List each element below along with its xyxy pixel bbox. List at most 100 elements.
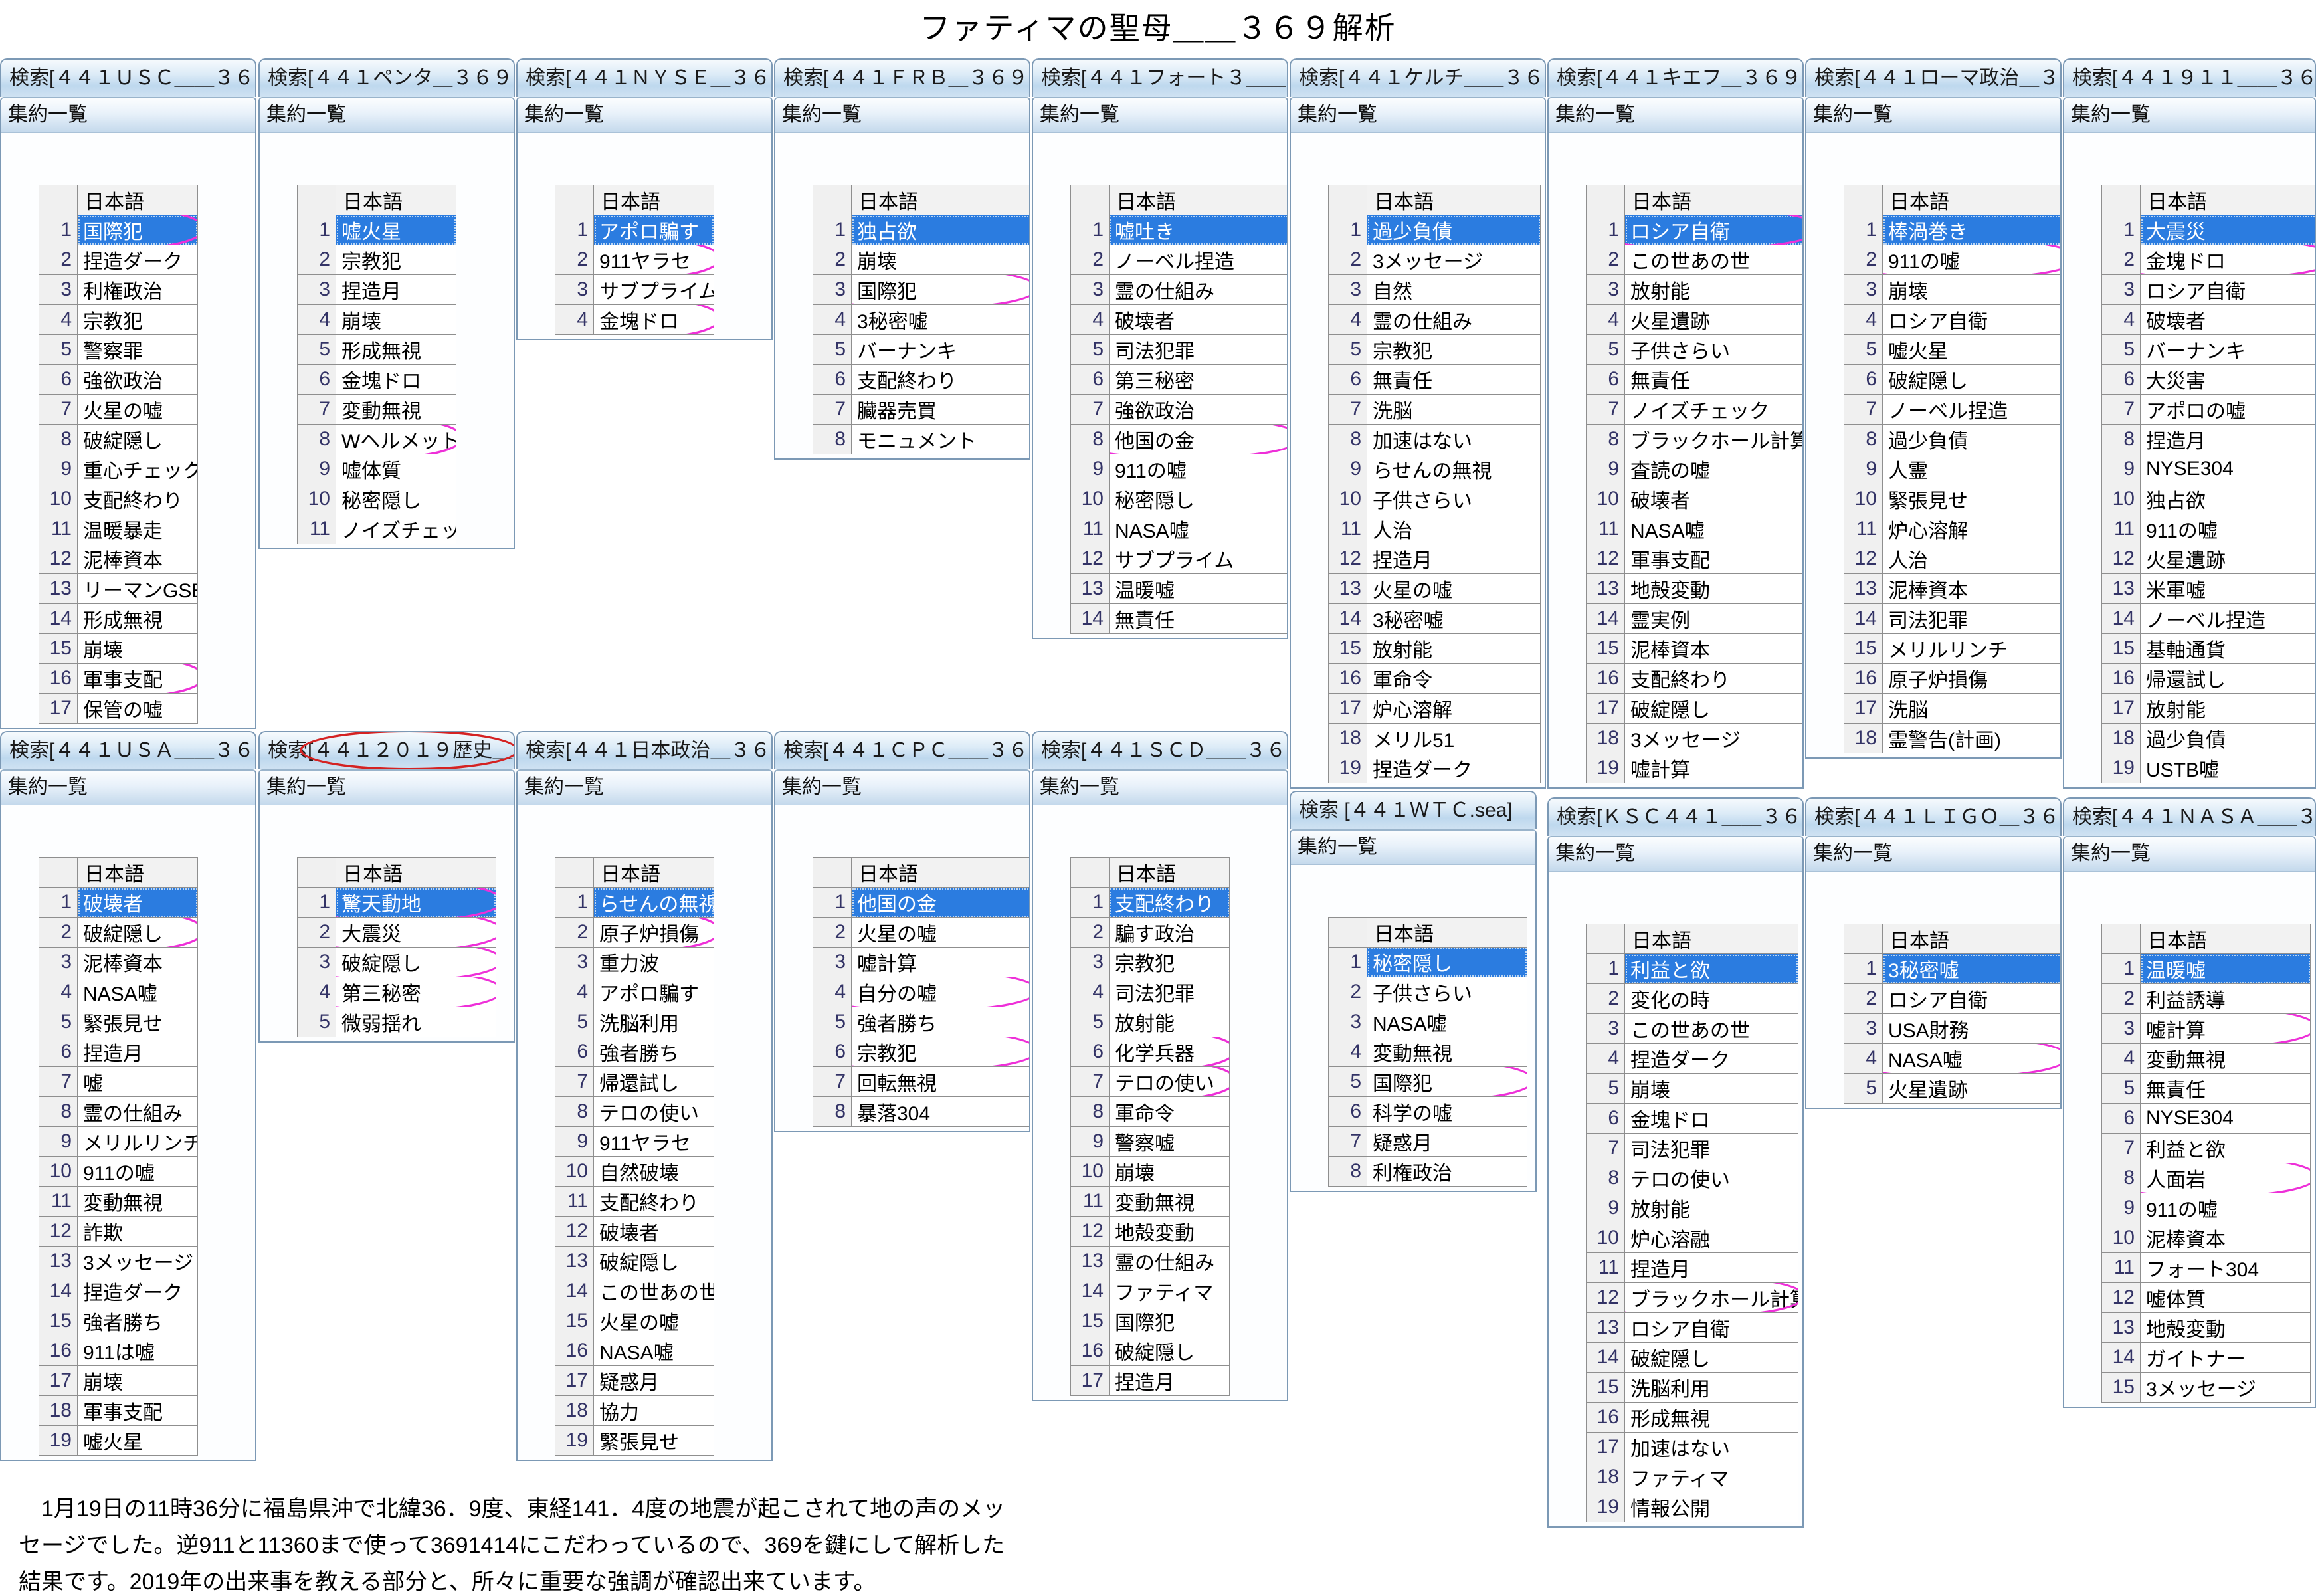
window-titlebar[interactable]: 検索[４４１フォート３＿＿３６ [1032, 58, 1288, 97]
row-value-cell[interactable]: アポロの嘘 [2141, 395, 2316, 425]
row-value-cell[interactable]: 破綻隠し [594, 1247, 714, 1276]
row-value-cell[interactable]: 自然破壊 [594, 1157, 714, 1187]
row-value-cell[interactable]: 秘密隠し [1367, 948, 1527, 977]
row-value-cell[interactable]: 重心チェック [78, 454, 198, 484]
row-value-cell[interactable]: バーナンキ [852, 335, 1031, 365]
window-titlebar[interactable]: 検索[４４１ＳＣＤ＿＿３６９.se [1032, 731, 1288, 769]
row-value-cell[interactable]: 変動無視 [1367, 1037, 1527, 1067]
row-value-cell[interactable]: モニュメント [852, 425, 1031, 454]
row-value-cell[interactable]: 火星の嘘 [1367, 574, 1541, 604]
window-titlebar[interactable]: 検索[４４１ＵＳＡ＿＿３６９.se [0, 731, 256, 769]
row-value-cell[interactable]: 泥棒資本 [1883, 574, 2062, 604]
row-value-cell[interactable]: 第三秘密 [1110, 365, 1289, 395]
row-value-cell[interactable]: 破綻隠し [78, 918, 198, 948]
row-value-cell[interactable]: 捏造月 [78, 1037, 198, 1067]
row-value-cell[interactable]: 疑惑月 [1367, 1127, 1527, 1157]
row-value-cell[interactable]: 騙す政治 [1110, 918, 1230, 948]
row-value-cell[interactable]: サブプライム [1110, 544, 1289, 574]
row-value-cell[interactable]: 科学の嘘 [1367, 1097, 1527, 1127]
row-value-cell[interactable]: サブプライム [594, 275, 714, 305]
row-value-cell[interactable]: 嘘火星 [78, 1426, 198, 1456]
row-value-cell[interactable]: リーマンGSE [78, 574, 198, 604]
window-titlebar[interactable]: 検索[４４１日本政治＿３６９. [516, 731, 773, 769]
row-value-cell[interactable]: この世あの世 [1625, 245, 1804, 275]
row-value-cell[interactable]: 微弱揺れ [336, 1007, 496, 1037]
row-value-cell[interactable]: 嘘体質 [336, 454, 456, 484]
row-value-cell[interactable]: 捏造月 [2141, 425, 2316, 454]
row-value-cell[interactable]: 情報公開 [1625, 1492, 1798, 1522]
row-value-cell[interactable]: 地殻変動 [1110, 1217, 1230, 1247]
row-value-cell[interactable]: 化学兵器 [1110, 1037, 1230, 1067]
row-value-cell[interactable]: 独占欲 [852, 215, 1031, 245]
row-value-cell[interactable]: 911の嘘 [1883, 245, 2062, 275]
row-value-cell[interactable]: 破壊者 [78, 888, 198, 918]
row-value-cell[interactable]: 過少負債 [1883, 425, 2062, 454]
row-value-cell[interactable]: 火星遺跡 [1625, 305, 1804, 335]
row-value-cell[interactable]: USA財務 [1883, 1014, 2062, 1044]
japanese-column-header[interactable]: 日本語 [2141, 185, 2316, 215]
row-value-cell[interactable]: 驚天動地 [336, 888, 496, 918]
row-value-cell[interactable]: 支配終わり [594, 1187, 714, 1217]
row-value-cell[interactable]: 911の嘘 [2141, 1193, 2311, 1223]
row-value-cell[interactable]: 霊の仕組み [1110, 1247, 1230, 1276]
japanese-column-header[interactable]: 日本語 [594, 858, 714, 888]
row-value-cell[interactable]: 保管の嘘 [78, 694, 198, 724]
row-value-cell[interactable]: 司法犯罪 [1110, 335, 1289, 365]
row-value-cell[interactable]: 崩壊 [78, 634, 198, 664]
row-value-cell[interactable]: 火星の嘘 [594, 1306, 714, 1336]
row-value-cell[interactable]: 破壊者 [2141, 305, 2316, 335]
row-value-cell[interactable]: 無責任 [2141, 1074, 2311, 1104]
row-value-cell[interactable]: 3秘密嘘 [852, 305, 1031, 335]
row-value-cell[interactable]: 無責任 [1110, 604, 1289, 634]
row-value-cell[interactable]: 軍命令 [1367, 664, 1541, 694]
row-value-cell[interactable]: 大災害 [2141, 365, 2316, 395]
row-value-cell[interactable]: 捏造ダーク [1625, 1044, 1798, 1074]
row-value-cell[interactable]: 炉心溶解 [1883, 514, 2062, 544]
row-value-cell[interactable]: 子供さらい [1367, 484, 1541, 514]
row-value-cell[interactable]: 査読の嘘 [1625, 454, 1804, 484]
row-value-cell[interactable]: NASA嘘 [1110, 514, 1289, 544]
row-value-cell[interactable]: 変化の時 [1625, 984, 1798, 1014]
row-value-cell[interactable]: 棒渦巻き [1883, 215, 2062, 245]
row-value-cell[interactable]: ロシア自衛 [1883, 984, 2062, 1014]
window-titlebar[interactable]: 検索[４４１ＣＰＣ＿＿３６９.se [774, 731, 1030, 769]
row-value-cell[interactable]: 司法犯罪 [1110, 977, 1230, 1007]
japanese-column-header[interactable]: 日本語 [1367, 185, 1541, 215]
row-value-cell[interactable]: 破壊者 [1110, 305, 1289, 335]
row-value-cell[interactable]: 強者勝ち [852, 1007, 1031, 1037]
row-value-cell[interactable]: 子供さらい [1625, 335, 1804, 365]
row-value-cell[interactable]: 宗教犯 [1110, 948, 1230, 977]
row-value-cell[interactable]: 911ヤラセ [594, 1127, 714, 1157]
row-value-cell[interactable]: 支配終わり [852, 365, 1031, 395]
row-value-cell[interactable]: 火星遺跡 [2141, 544, 2316, 574]
row-value-cell[interactable]: 他国の金 [1110, 425, 1289, 454]
row-value-cell[interactable]: メリル51 [1367, 724, 1541, 753]
row-value-cell[interactable]: 温暖暴走 [78, 514, 198, 544]
row-value-cell[interactable]: 宗教犯 [336, 245, 456, 275]
row-value-cell[interactable]: 支配終わり [1625, 664, 1804, 694]
row-value-cell[interactable]: 他国の金 [852, 888, 1031, 918]
row-value-cell[interactable]: フォート304 [2141, 1253, 2311, 1283]
row-value-cell[interactable]: ノイズチェック [336, 514, 456, 544]
row-value-cell[interactable]: メリルリンチ [1883, 634, 2062, 664]
row-value-cell[interactable]: 破綻隠し [78, 425, 198, 454]
window-titlebar[interactable]: 検索[４４１２０１９歴史＿３ [258, 731, 515, 769]
row-value-cell[interactable]: 帰還試し [594, 1067, 714, 1097]
window-titlebar[interactable]: 検索[４４１ＵＳＣ＿＿３６９.se [0, 58, 256, 97]
row-value-cell[interactable]: 火星の嘘 [78, 395, 198, 425]
row-value-cell[interactable]: 独占欲 [2141, 484, 2316, 514]
row-value-cell[interactable]: 炉心溶融 [1625, 1223, 1798, 1253]
japanese-column-header[interactable]: 日本語 [336, 185, 456, 215]
row-value-cell[interactable]: 子供さらい [1367, 977, 1527, 1007]
row-value-cell[interactable]: 崩壊 [336, 305, 456, 335]
row-value-cell[interactable]: 地殻変動 [2141, 1313, 2311, 1343]
row-value-cell[interactable]: 秘密隠し [336, 484, 456, 514]
row-value-cell[interactable]: NASA嘘 [1883, 1044, 2062, 1074]
row-value-cell[interactable]: 泥棒資本 [2141, 1223, 2311, 1253]
row-value-cell[interactable]: 過少負債 [1367, 215, 1541, 245]
row-value-cell[interactable]: 3メッセージ [78, 1247, 198, 1276]
row-value-cell[interactable]: 洗脳 [1367, 395, 1541, 425]
window-titlebar[interactable]: 検索 [４４１ＷＴＣ.sea] [1290, 791, 1537, 829]
row-value-cell[interactable]: らせんの無視 [594, 888, 714, 918]
row-value-cell[interactable]: 司法犯罪 [1625, 1134, 1798, 1163]
